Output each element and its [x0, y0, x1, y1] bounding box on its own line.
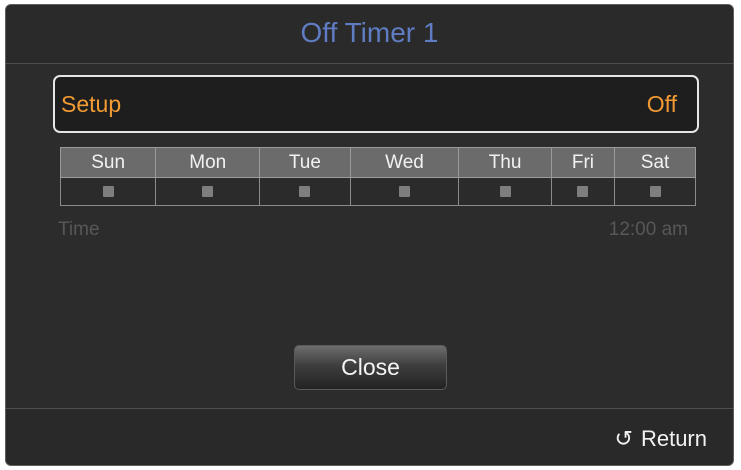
tue-checkbox[interactable] [299, 185, 311, 197]
time-label: Time [58, 219, 100, 240]
return-button[interactable]: ↺ Return [615, 426, 707, 452]
setup-label: Setup [61, 91, 122, 117]
close-button[interactable]: Close [294, 345, 447, 390]
day-header-sat: Sat [614, 147, 696, 178]
dialog-footer: ↺ Return [6, 408, 733, 465]
setup-row[interactable]: Setup Off [53, 75, 699, 133]
return-arrow-icon: ↺ [614, 426, 633, 451]
day-cell-sun [59, 177, 157, 206]
fri-checkbox[interactable] [577, 185, 589, 197]
day-cell-tue [259, 177, 351, 206]
day-cell-sat [614, 177, 696, 206]
day-cell-thu [458, 177, 552, 206]
day-header-sun: Sun [59, 147, 157, 178]
day-header-wed: Wed [349, 147, 460, 178]
sat-checkbox[interactable] [649, 185, 661, 197]
thu-checkbox[interactable] [499, 185, 511, 197]
off-timer-dialog: Off Timer 1 Setup Off Sun Mon Tue Wed Th… [5, 4, 734, 466]
setup-value: Off [646, 91, 677, 117]
wed-checkbox[interactable] [399, 185, 411, 197]
day-header-mon: Mon [155, 147, 261, 178]
day-header-fri: Fri [550, 147, 616, 178]
dialog-title: Off Timer 1 [6, 5, 733, 64]
day-checkbox-row [59, 177, 696, 206]
day-cell-mon [155, 177, 261, 206]
day-header-thu: Thu [458, 147, 552, 178]
day-cell-fri [550, 177, 616, 206]
return-label: Return [640, 426, 707, 451]
time-value: 12:00 am [608, 219, 688, 240]
day-header-row: Sun Mon Tue Wed Thu Fri Sat [59, 147, 696, 178]
day-header-tue: Tue [259, 147, 351, 178]
day-selector-table: Sun Mon Tue Wed Thu Fri Sat [59, 147, 696, 206]
mon-checkbox[interactable] [202, 185, 214, 197]
sun-checkbox[interactable] [102, 185, 114, 197]
day-cell-wed [349, 177, 460, 206]
